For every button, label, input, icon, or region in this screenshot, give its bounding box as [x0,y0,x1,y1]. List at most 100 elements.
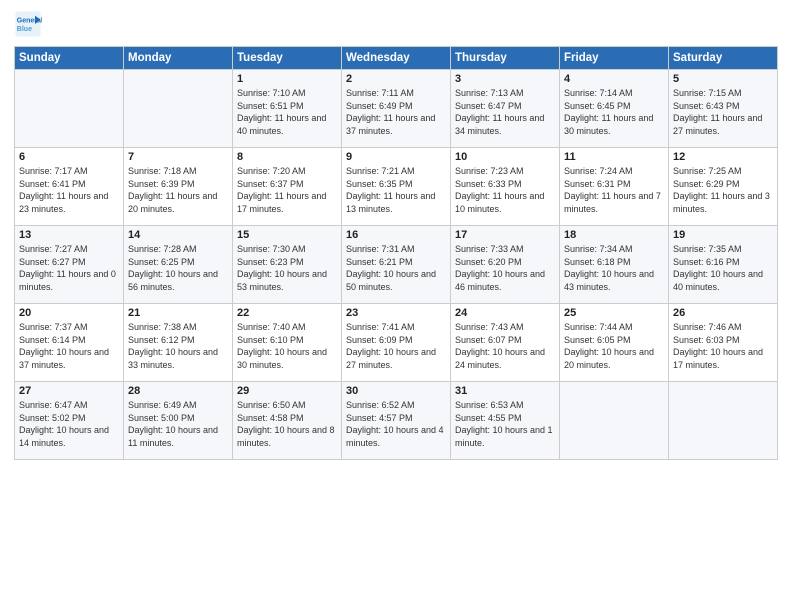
day-info: Sunrise: 6:52 AM Sunset: 4:57 PM Dayligh… [346,399,446,449]
logo-icon: General Blue [14,10,42,38]
day-cell: 17 Sunrise: 7:33 AM Sunset: 6:20 PM Dayli… [451,226,560,304]
day-number: 12 [673,151,773,163]
day-info: Sunrise: 7:30 AM Sunset: 6:23 PM Dayligh… [237,243,337,293]
day-info: Sunrise: 7:14 AM Sunset: 6:45 PM Dayligh… [564,87,664,137]
day-number: 28 [128,385,228,397]
day-info: Sunrise: 7:27 AM Sunset: 6:27 PM Dayligh… [19,243,119,293]
day-info: Sunrise: 7:43 AM Sunset: 6:07 PM Dayligh… [455,321,555,371]
day-cell: 4Sunrise: 7:14 AM Sunset: 6:45 PM Daylig… [560,70,669,148]
day-cell: 6 Sunrise: 7:17 AM Sunset: 6:41 PM Daylig… [15,148,124,226]
day-cell: 10 Sunrise: 7:23 AM Sunset: 6:33 PM Dayli… [451,148,560,226]
day-number: 10 [455,151,555,163]
day-info: Sunrise: 7:40 AM Sunset: 6:10 PM Dayligh… [237,321,337,371]
day-cell: 2 Sunrise: 7:11 AM Sunset: 6:49 PM Daylig… [342,70,451,148]
day-info: Sunrise: 7:35 AM Sunset: 6:16 PM Dayligh… [673,243,773,293]
day-info: Sunrise: 6:53 AM Sunset: 4:55 PM Dayligh… [455,399,555,449]
day-number: 30 [346,385,446,397]
logo: General Blue [14,10,46,38]
day-number: 7 [128,151,228,163]
day-info: Sunrise: 6:47 AM Sunset: 5:02 PM Dayligh… [19,399,119,449]
day-number: 11 [564,151,664,163]
day-number: 13 [19,229,119,241]
day-cell: 25Sunrise: 7:44 AM Sunset: 6:05 PM Dayli… [560,304,669,382]
col-header-friday: Friday [560,47,669,70]
day-number: 29 [237,385,337,397]
day-cell: 19 Sunrise: 7:35 AM Sunset: 6:16 PM Dayli… [669,226,778,304]
day-cell: 16Sunrise: 7:31 AM Sunset: 6:21 PM Dayli… [342,226,451,304]
day-cell: 15 Sunrise: 7:30 AM Sunset: 6:23 PM Dayli… [233,226,342,304]
day-info: Sunrise: 6:49 AM Sunset: 5:00 PM Dayligh… [128,399,228,449]
day-cell: 14Sunrise: 7:28 AM Sunset: 6:25 PM Dayli… [124,226,233,304]
day-number: 31 [455,385,555,397]
day-info: Sunrise: 7:33 AM Sunset: 6:20 PM Dayligh… [455,243,555,293]
calendar-table: SundayMondayTuesdayWednesdayThursdayFrid… [14,46,778,460]
day-cell [560,382,669,460]
day-info: Sunrise: 7:25 AM Sunset: 6:29 PM Dayligh… [673,165,773,215]
day-info: Sunrise: 7:11 AM Sunset: 6:49 PM Dayligh… [346,87,446,137]
day-cell [669,382,778,460]
col-header-sunday: Sunday [15,47,124,70]
day-number: 27 [19,385,119,397]
day-cell [124,70,233,148]
week-row-1: 1Sunrise: 7:10 AM Sunset: 6:51 PM Daylig… [15,70,778,148]
day-cell: 5 Sunrise: 7:15 AM Sunset: 6:43 PM Daylig… [669,70,778,148]
day-cell: 22 Sunrise: 7:40 AM Sunset: 6:10 PM Dayli… [233,304,342,382]
day-number: 6 [19,151,119,163]
day-number: 17 [455,229,555,241]
day-info: Sunrise: 7:28 AM Sunset: 6:25 PM Dayligh… [128,243,228,293]
day-cell: 23 Sunrise: 7:41 AM Sunset: 6:09 PM Dayli… [342,304,451,382]
day-info: Sunrise: 7:23 AM Sunset: 6:33 PM Dayligh… [455,165,555,215]
day-cell: 27 Sunrise: 6:47 AM Sunset: 5:02 PM Dayli… [15,382,124,460]
day-number: 9 [346,151,446,163]
day-info: Sunrise: 7:15 AM Sunset: 6:43 PM Dayligh… [673,87,773,137]
day-cell: 9 Sunrise: 7:21 AM Sunset: 6:35 PM Daylig… [342,148,451,226]
day-cell: 29Sunrise: 6:50 AM Sunset: 4:58 PM Dayli… [233,382,342,460]
day-number: 15 [237,229,337,241]
day-cell: 26 Sunrise: 7:46 AM Sunset: 6:03 PM Dayli… [669,304,778,382]
day-info: Sunrise: 7:17 AM Sunset: 6:41 PM Dayligh… [19,165,119,215]
day-number: 26 [673,307,773,319]
day-cell: 12 Sunrise: 7:25 AM Sunset: 6:29 PM Dayli… [669,148,778,226]
day-number: 20 [19,307,119,319]
day-cell: 13 Sunrise: 7:27 AM Sunset: 6:27 PM Dayli… [15,226,124,304]
day-info: Sunrise: 7:37 AM Sunset: 6:14 PM Dayligh… [19,321,119,371]
col-header-monday: Monday [124,47,233,70]
day-info: Sunrise: 7:38 AM Sunset: 6:12 PM Dayligh… [128,321,228,371]
day-number: 3 [455,73,555,85]
svg-text:Blue: Blue [17,26,32,33]
day-cell: 11 Sunrise: 7:24 AM Sunset: 6:31 PM Dayli… [560,148,669,226]
day-info: Sunrise: 7:20 AM Sunset: 6:37 PM Dayligh… [237,165,337,215]
day-number: 19 [673,229,773,241]
day-number: 25 [564,307,664,319]
day-number: 23 [346,307,446,319]
day-info: Sunrise: 7:34 AM Sunset: 6:18 PM Dayligh… [564,243,664,293]
main-container: General Blue SundayMondayTuesdayWednesda… [0,0,792,468]
day-number: 5 [673,73,773,85]
day-number: 21 [128,307,228,319]
header: General Blue [14,10,778,38]
header-row: SundayMondayTuesdayWednesdayThursdayFrid… [15,47,778,70]
day-cell: 24 Sunrise: 7:43 AM Sunset: 6:07 PM Dayli… [451,304,560,382]
day-number: 2 [346,73,446,85]
day-cell: 1Sunrise: 7:10 AM Sunset: 6:51 PM Daylig… [233,70,342,148]
day-info: Sunrise: 7:21 AM Sunset: 6:35 PM Dayligh… [346,165,446,215]
day-number: 24 [455,307,555,319]
day-cell: 20 Sunrise: 7:37 AM Sunset: 6:14 PM Dayli… [15,304,124,382]
col-header-tuesday: Tuesday [233,47,342,70]
week-row-4: 20 Sunrise: 7:37 AM Sunset: 6:14 PM Dayli… [15,304,778,382]
day-number: 22 [237,307,337,319]
day-number: 8 [237,151,337,163]
day-info: Sunrise: 7:24 AM Sunset: 6:31 PM Dayligh… [564,165,664,215]
day-number: 1 [237,73,337,85]
day-cell: 7 Sunrise: 7:18 AM Sunset: 6:39 PM Daylig… [124,148,233,226]
day-cell [15,70,124,148]
day-cell: 30 Sunrise: 6:52 AM Sunset: 4:57 PM Dayli… [342,382,451,460]
day-cell: 3Sunrise: 7:13 AM Sunset: 6:47 PM Daylig… [451,70,560,148]
day-cell: 31 Sunrise: 6:53 AM Sunset: 4:55 PM Dayli… [451,382,560,460]
day-info: Sunrise: 7:46 AM Sunset: 6:03 PM Dayligh… [673,321,773,371]
col-header-saturday: Saturday [669,47,778,70]
day-info: Sunrise: 7:18 AM Sunset: 6:39 PM Dayligh… [128,165,228,215]
day-cell: 18Sunrise: 7:34 AM Sunset: 6:18 PM Dayli… [560,226,669,304]
day-number: 16 [346,229,446,241]
day-info: Sunrise: 7:41 AM Sunset: 6:09 PM Dayligh… [346,321,446,371]
